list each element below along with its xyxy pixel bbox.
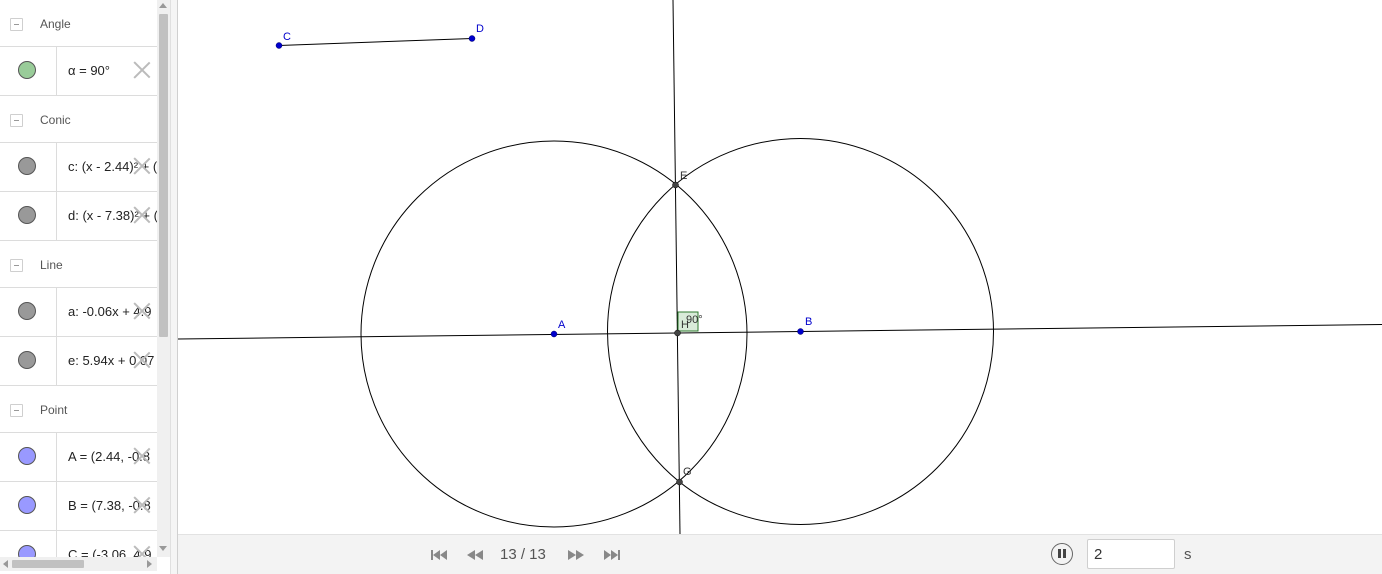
algebra-vertical-scrollbar[interactable] [157, 0, 170, 557]
collapse-icon[interactable] [10, 259, 23, 272]
delete-icon[interactable] [133, 545, 151, 557]
algebra-item[interactable]: d: (x - 7.38)² + (y + 0.8 [0, 192, 157, 241]
visibility-toggle[interactable] [0, 531, 57, 557]
point-g-label: G [683, 466, 692, 478]
delete-icon[interactable] [133, 447, 151, 465]
collapse-icon[interactable] [10, 18, 23, 31]
delete-icon[interactable] [133, 496, 151, 514]
visibility-toggle[interactable] [0, 143, 57, 191]
point-b-label: B [805, 316, 812, 328]
playbar: 13 / 13 s [178, 534, 1382, 574]
group-title: Conic [40, 113, 71, 127]
algebra-item[interactable]: e: 5.94x + 0.07 [0, 337, 157, 386]
point-c-label: C [283, 31, 291, 43]
scroll-left-arrow-icon[interactable] [3, 560, 8, 568]
visibility-marble-icon[interactable] [18, 157, 36, 175]
group-title: Point [40, 403, 68, 417]
point-h-label: H [681, 319, 689, 331]
point-e[interactable]: E [672, 170, 688, 189]
vertical-scroll-thumb[interactable] [159, 14, 168, 337]
delete-icon[interactable] [133, 351, 151, 369]
algebra-item[interactable]: c: (x - 2.44)² + (y + 0.8 [0, 143, 157, 192]
point-d[interactable]: D [468, 23, 484, 42]
pause-icon[interactable] [1051, 543, 1073, 565]
step-counter: 13 / 13 [500, 546, 546, 563]
delete-icon[interactable] [133, 302, 151, 320]
horizontal-scroll-thumb[interactable] [12, 560, 84, 568]
point-h[interactable]: H [674, 319, 690, 337]
step-forward-icon[interactable] [567, 548, 585, 562]
construction-canvas[interactable]: 90° C D A B E G H [178, 0, 1382, 534]
visibility-toggle[interactable] [0, 288, 57, 336]
visibility-toggle[interactable] [0, 337, 57, 385]
algebra-view: Angle α = 90° Conic c: (x - 2.44)² + (y + 0… [0, 0, 157, 557]
group-header-point[interactable]: Point [0, 386, 157, 433]
segment-cd[interactable] [278, 38, 473, 46]
group-title: Angle [40, 17, 71, 31]
line-a[interactable] [178, 324, 1382, 340]
point-d-label: D [476, 23, 484, 35]
visibility-marble-icon[interactable] [18, 447, 36, 465]
algebra-item[interactable]: α = 90° [0, 47, 157, 96]
visibility-toggle[interactable] [0, 482, 57, 530]
skip-first-icon[interactable] [430, 548, 448, 562]
collapse-icon[interactable] [10, 404, 23, 417]
algebra-horizontal-scrollbar[interactable] [0, 557, 157, 571]
visibility-marble-icon[interactable] [18, 61, 36, 79]
point-e-label: E [680, 170, 687, 182]
speed-unit-label: s [1184, 546, 1192, 563]
visibility-toggle[interactable] [0, 47, 57, 95]
scroll-down-arrow-icon[interactable] [159, 546, 167, 551]
panel-splitter[interactable] [170, 0, 178, 574]
group-header-angle[interactable]: Angle [0, 0, 157, 47]
visibility-marble-icon[interactable] [18, 351, 36, 369]
visibility-marble-icon[interactable] [18, 302, 36, 320]
delete-icon[interactable] [133, 157, 151, 175]
scroll-right-arrow-icon[interactable] [147, 560, 152, 568]
skip-last-icon[interactable] [603, 548, 621, 562]
graphics-view[interactable]: 90° C D A B E G H [178, 0, 1382, 534]
group-header-conic[interactable]: Conic [0, 96, 157, 143]
line-e[interactable] [672, 0, 681, 534]
visibility-marble-icon[interactable] [18, 206, 36, 224]
point-c[interactable]: C [275, 31, 291, 49]
visibility-toggle[interactable] [0, 192, 57, 240]
visibility-marble-icon[interactable] [18, 496, 36, 514]
item-definition[interactable]: α = 90° [68, 63, 110, 78]
algebra-item[interactable]: A = (2.44, -0.8 [0, 433, 157, 482]
group-header-line[interactable]: Line [0, 241, 157, 288]
visibility-toggle[interactable] [0, 433, 57, 481]
speed-input[interactable] [1087, 539, 1175, 569]
delete-icon[interactable] [133, 61, 151, 79]
group-title: Line [40, 258, 63, 272]
step-back-icon[interactable] [466, 548, 484, 562]
algebra-item[interactable]: B = (7.38, -0.8 [0, 482, 157, 531]
algebra-item[interactable]: C = (-3.06, 4.9 [0, 531, 157, 557]
point-a-label: A [558, 319, 566, 331]
visibility-marble-icon[interactable] [18, 545, 36, 557]
scroll-up-arrow-icon[interactable] [159, 3, 167, 8]
delete-icon[interactable] [133, 206, 151, 224]
collapse-icon[interactable] [10, 114, 23, 127]
algebra-item[interactable]: a: -0.06x + 4.9 [0, 288, 157, 337]
